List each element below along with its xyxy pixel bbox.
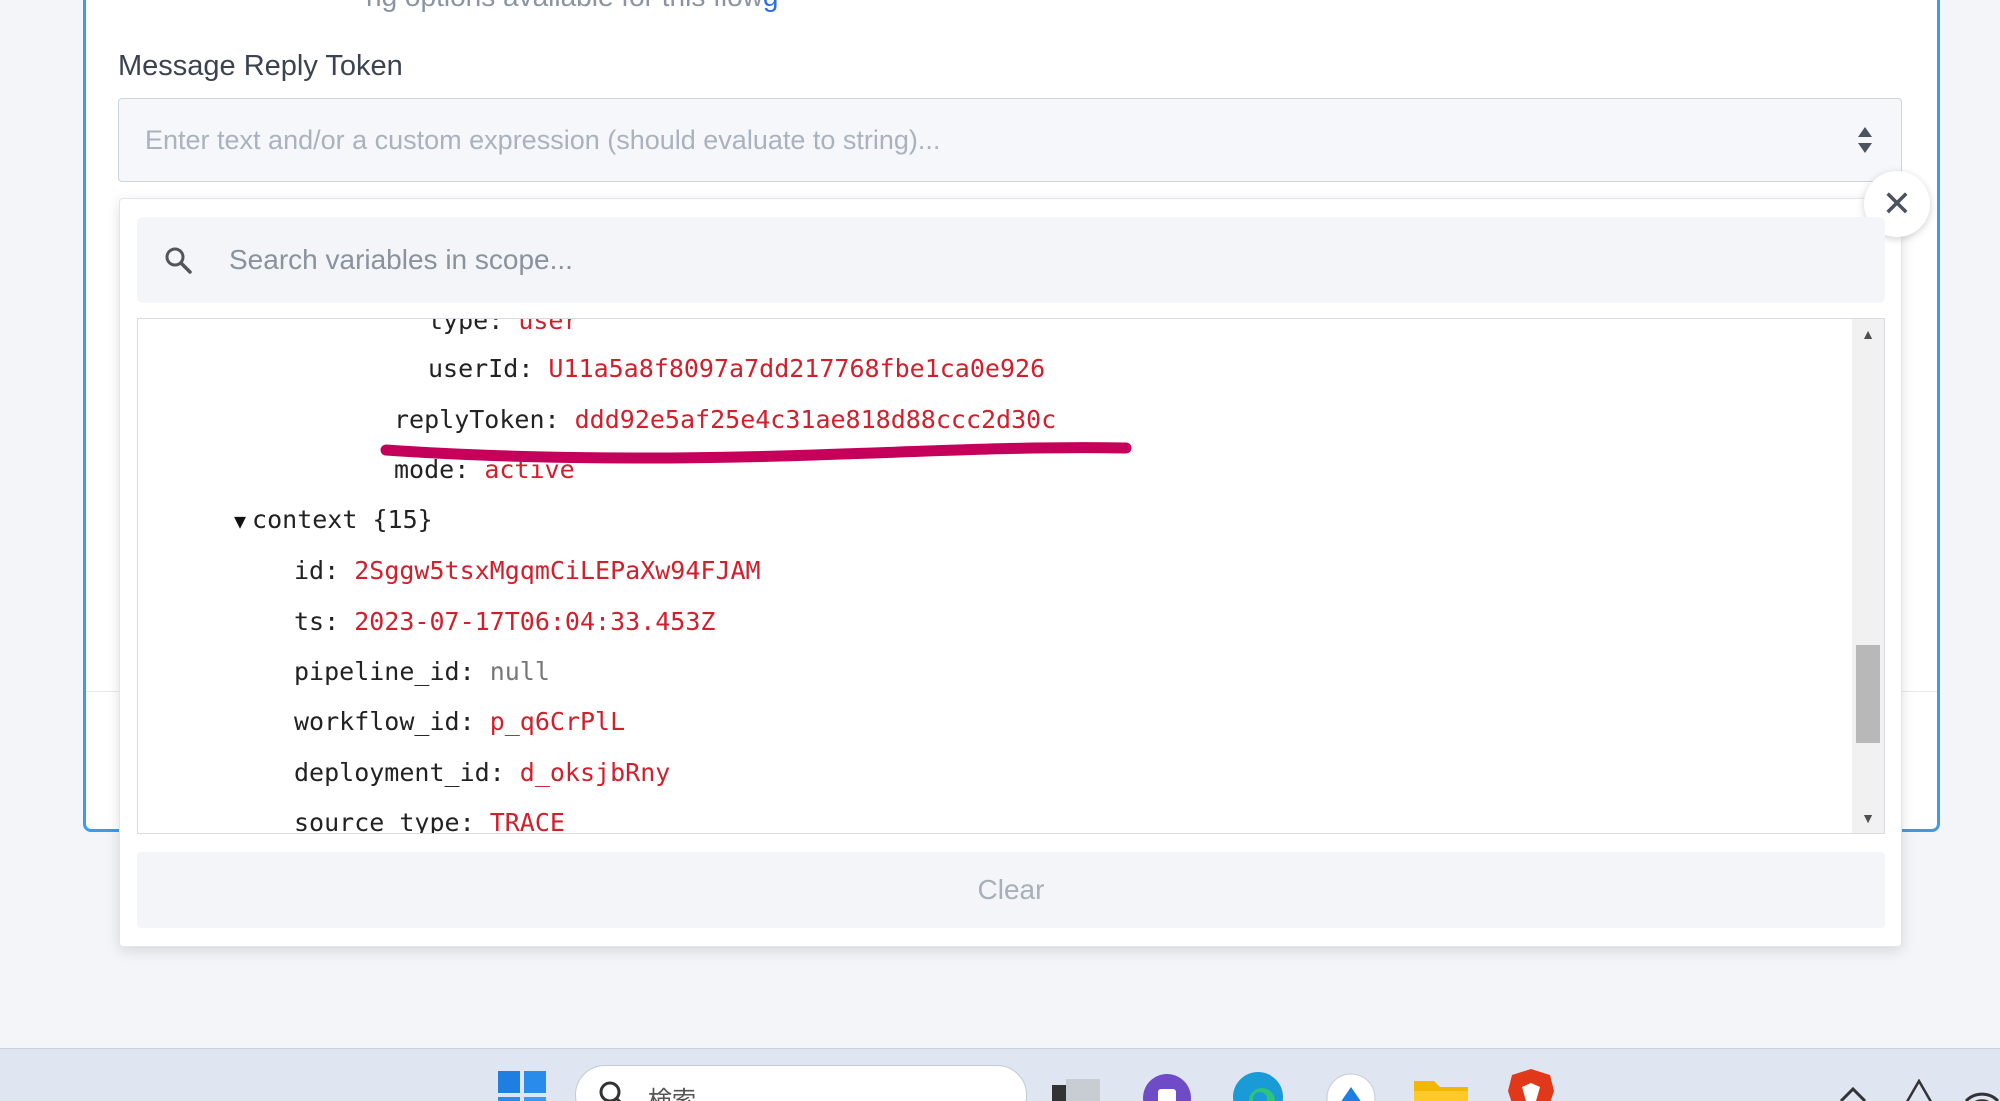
taskbar: 検索 [0, 1048, 2000, 1101]
card-helper-text: ng options available for this flowg [366, 0, 778, 13]
taskbar-search-text: 検索 [648, 1087, 696, 1101]
teams-icon[interactable] [1142, 1073, 1192, 1101]
taskbar-search[interactable]: 検索 [575, 1065, 1027, 1101]
clear-button[interactable]: Clear [137, 852, 1885, 928]
message-reply-token-input[interactable]: Enter text and/or a custom expression (s… [118, 98, 1902, 182]
variables-search[interactable] [137, 217, 1885, 303]
tree-row-type[interactable]: type: user [428, 319, 579, 337]
tree-row-ts[interactable]: ts: 2023-07-17T06:04:33.453Z [294, 606, 715, 638]
brave-icon[interactable] [1508, 1069, 1554, 1101]
search-icon [599, 1081, 622, 1101]
message-reply-token-placeholder: Enter text and/or a custom expression (s… [145, 124, 941, 155]
tree-row-pipeline_id[interactable]: pipeline_id: null [294, 656, 550, 688]
tree-row-deployment_id[interactable]: deployment_id: d_oksjbRny [294, 757, 670, 789]
scroll-up-arrow-icon[interactable]: ▲ [1852, 319, 1884, 349]
tree-scrollbar[interactable]: ▲ ▼ [1852, 319, 1884, 833]
tree-row-context[interactable]: ▼ context {15} [234, 504, 433, 537]
edge-icon[interactable] [1232, 1071, 1284, 1101]
annotation-underline [380, 442, 1132, 464]
card-helper-link[interactable]: g [763, 0, 779, 12]
scrollbar-thumb[interactable] [1856, 645, 1880, 743]
wifi-icon[interactable] [1962, 1079, 2000, 1101]
store-icon[interactable] [1326, 1073, 1376, 1101]
chevron-up-icon[interactable] [1838, 1085, 1868, 1101]
message-reply-token-label: Message Reply Token [118, 50, 403, 82]
caret-down-icon[interactable]: ▼ [234, 509, 246, 533]
sort-arrows-icon[interactable] [1857, 125, 1873, 155]
file-explorer-icon[interactable] [1414, 1075, 1468, 1101]
close-icon: ✕ [1881, 183, 1913, 224]
network-icon[interactable] [1902, 1079, 1936, 1101]
tree-row-source_type[interactable]: source_type: TRACE [294, 807, 565, 833]
search-icon [165, 247, 192, 274]
tree-row-userId[interactable]: userId: U11a5a8f8097a7dd217768fbe1ca0e92… [428, 353, 1045, 385]
task-view-icon[interactable] [1052, 1079, 1100, 1101]
variables-tree: type: user userId: U11a5a8f8097a7dd21776… [137, 318, 1885, 834]
tree-row-workflow_id[interactable]: workflow_id: p_q6CrPlL [294, 706, 625, 738]
tree-row-id[interactable]: id: 2Sggw5tsxMgqmCiLEPaXw94FJAM [294, 555, 761, 587]
tree-row-replyToken[interactable]: replyToken: ddd92e5af25e4c31ae818d88ccc2… [394, 404, 1056, 436]
windows-start-icon[interactable] [498, 1071, 546, 1101]
scroll-down-arrow-icon[interactable]: ▼ [1852, 803, 1884, 833]
variables-search-input[interactable] [229, 244, 1829, 276]
